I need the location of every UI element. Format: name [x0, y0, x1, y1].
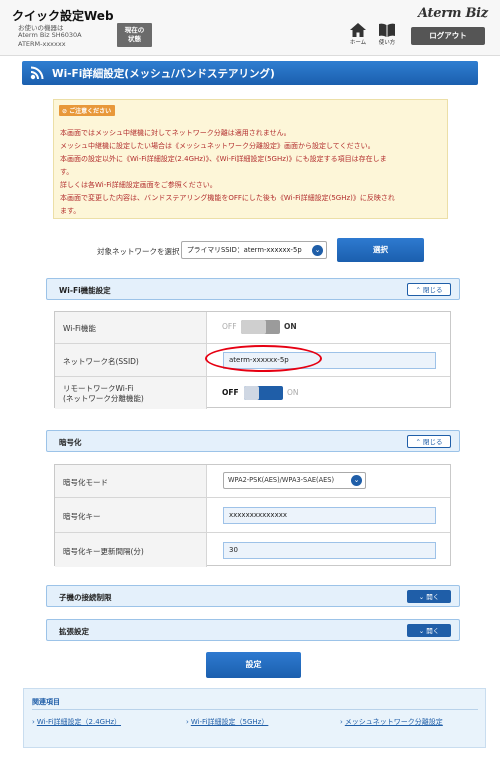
wifi-on-text: ON [284, 322, 297, 331]
chevron-down-icon: ⌄ [418, 627, 425, 635]
advanced-section-header: 拡張設定 ⌄ 開く [46, 619, 460, 641]
chevron-down-icon: ⌄ [351, 475, 362, 486]
warning-icon: ⊘ [62, 108, 68, 115]
related-title: 関連項目 [32, 698, 60, 706]
related-link-wifi-24ghz[interactable]: › Wi-Fi詳細設定（2.4GHz） [32, 717, 121, 727]
page-title: Wi-Fi詳細設定(メッシュ/バンドステアリング) [52, 68, 275, 80]
wifi-function-label: Wi-Fi機能 [63, 324, 96, 333]
encryption-mode-select[interactable]: WPA2-PSK(AES)/WPA3-SAE(AES) ⌄ [223, 472, 366, 489]
wifi-section-title: Wi-Fi機能設定 [59, 286, 111, 295]
chevron-down-icon: ⌄ [418, 593, 425, 601]
related-link-wifi-5ghz[interactable]: › Wi-Fi詳細設定（5GHz） [186, 717, 268, 727]
wifi-function-row: Wi-Fi機能 OFF ON [55, 312, 450, 343]
encryption-section-toggle[interactable]: ⌃ 閉じる [407, 435, 451, 448]
related-divider [32, 709, 478, 710]
network-select-value: プライマリSSID：aterm-xxxxxx-5p [187, 246, 302, 254]
book-icon [379, 23, 395, 37]
remote-work-row: リモートワークWi-Fi (ネットワーク分離機能) OFF ON [55, 376, 450, 409]
logout-button[interactable]: ログアウト [411, 27, 485, 45]
manual-nav[interactable]: 使い方 [376, 23, 398, 46]
notice-line: メッシュ中継機に設定したい場合は《メッシュネットワーク分離設定》画面から設定して… [60, 142, 375, 150]
remote-switch-track [244, 386, 283, 400]
chevron-up-icon: ⌃ [415, 438, 421, 446]
highlight-ellipse [205, 345, 322, 372]
notice-line: ます。 [60, 207, 81, 215]
network-select-label: 対象ネットワークを選択 [97, 247, 180, 256]
child-limit-section-header: 子機の接続制限 ⌄ 開く [46, 585, 460, 607]
encryption-mode-row: 暗号化モード WPA2-PSK(AES)/WPA3-SAE(AES) ⌄ [55, 465, 450, 497]
apply-settings-button[interactable]: 設定 [206, 652, 301, 678]
wifi-section-toggle-label: 閉じる [423, 286, 443, 294]
encryption-settings-panel: 暗号化モード WPA2-PSK(AES)/WPA3-SAE(AES) ⌄ 暗号化… [54, 464, 451, 567]
key-interval-label: 暗号化キー更新間隔(分) [63, 547, 144, 556]
current-status-button[interactable]: 現在の 状態 [117, 23, 152, 47]
device-model: Aterm Biz SH6030A [18, 31, 82, 39]
key-interval-row: 暗号化キー更新間隔(分) 30 [55, 532, 450, 567]
brand-logo: Aterm Biz [418, 6, 488, 21]
wifi-off-text: OFF [222, 322, 237, 331]
notice-line: す。 [60, 168, 74, 176]
key-interval-input[interactable]: 30 [223, 542, 436, 559]
notice-line: 本画面で変更した内容は、バンドステアリング機能をOFFにした後も《Wi-Fi詳細… [60, 194, 395, 202]
wifi-icon [30, 66, 44, 80]
child-limit-toggle-label: 開く [426, 593, 440, 601]
encryption-key-row: 暗号化キー xxxxxxxxxxxxxx [55, 497, 450, 532]
manual-label: 使い方 [378, 40, 396, 46]
device-name: ATERM-xxxxxx [18, 40, 66, 48]
page-title-bar: Wi-Fi詳細設定(メッシュ/バンドステアリング) [22, 61, 478, 85]
wifi-section-header: Wi-Fi機能設定 ⌃ 閉じる [46, 278, 460, 300]
notice-line: 本画面の設定以外に《Wi-Fi詳細設定(2.4GHz)》、《Wi-Fi詳細設定(… [60, 155, 387, 163]
advanced-section-toggle[interactable]: ⌄ 開く [407, 624, 451, 637]
arrow-right-icon: › [32, 718, 35, 726]
home-label: ホーム [349, 40, 367, 46]
child-limit-section-title: 子機の接続制限 [59, 593, 112, 602]
encryption-mode-label: 暗号化モード [63, 478, 108, 487]
encryption-key-input[interactable]: xxxxxxxxxxxxxx [223, 507, 436, 524]
remote-on-text: ON [287, 388, 299, 397]
ssid-label: ネットワーク名(SSID) [63, 357, 139, 366]
home-nav[interactable]: ホーム [347, 23, 369, 46]
encryption-mode-value: WPA2-PSK(AES)/WPA3-SAE(AES) [228, 476, 335, 484]
chevron-down-icon: ⌄ [312, 245, 323, 256]
encryption-key-label: 暗号化キー [63, 512, 101, 521]
encryption-section-toggle-label: 閉じる [423, 438, 443, 446]
child-limit-section-toggle[interactable]: ⌄ 開く [407, 590, 451, 603]
header: クイック設定Web お使いの機器は Aterm Biz SH6030A ATER… [0, 0, 500, 56]
advanced-toggle-label: 開く [426, 627, 440, 635]
remote-work-sublabel: (ネットワーク分離機能) [63, 394, 144, 403]
notice-line: 本画面ではメッシュ中継機に対してネットワーク分離は適用されません。 [60, 129, 291, 137]
notice-box: ⊘ ご注意ください 本画面ではメッシュ中継機に対してネットワーク分離は適用されま… [53, 99, 448, 219]
wifi-section-toggle[interactable]: ⌃ 閉じる [407, 283, 451, 296]
arrow-right-icon: › [186, 718, 189, 726]
encryption-section-title: 暗号化 [59, 438, 82, 447]
wifi-switch-track [241, 320, 280, 334]
chevron-up-icon: ⌃ [415, 286, 421, 294]
encryption-section-header: 暗号化 ⌃ 閉じる [46, 430, 460, 452]
network-select[interactable]: プライマリSSID：aterm-xxxxxx-5p ⌄ [181, 241, 327, 259]
notice-tag-label: ご注意ください [69, 108, 112, 115]
notice-line: 詳しくは各Wi-Fi詳細設定画面をご参照ください。 [60, 181, 217, 189]
select-network-button[interactable]: 選択 [337, 238, 424, 262]
advanced-section-title: 拡張設定 [59, 627, 89, 636]
home-icon [350, 23, 366, 37]
arrow-right-icon: › [340, 718, 343, 726]
related-link-mesh-separation[interactable]: › メッシュネットワーク分離設定 [340, 717, 443, 727]
related-links-box: 関連項目 › Wi-Fi詳細設定（2.4GHz） › Wi-Fi詳細設定（5GHz）… [23, 688, 486, 748]
remote-off-text: OFF [222, 388, 239, 397]
notice-tag: ⊘ ご注意ください [59, 105, 116, 116]
